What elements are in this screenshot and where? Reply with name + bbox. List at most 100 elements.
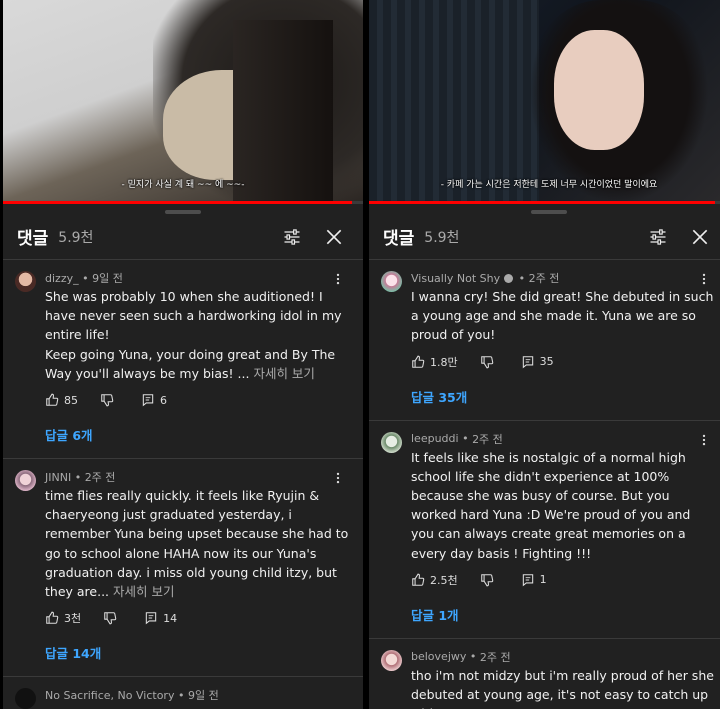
comment-meta: No Sacrifice, No Victory • 9일 전 (45, 688, 219, 703)
reply-icon (521, 573, 535, 587)
comment-meta: dizzy_ • 9일 전 (45, 271, 123, 286)
comments-header: 댓글 5.9천 (3, 214, 363, 260)
reply-icon (521, 355, 535, 369)
comment-item: JINNI • 2주 전 time flies really quickly. … (3, 458, 363, 676)
like-icon (411, 573, 425, 587)
view-replies-link[interactable]: 답글 14개 (45, 635, 349, 676)
dislike-icon (480, 355, 494, 369)
comment-author[interactable]: Visually Not Shy (411, 272, 500, 285)
view-replies-link[interactable]: 답글 35개 (411, 379, 715, 420)
comment-meta: belovejwy • 2주 전 (411, 650, 511, 664)
kebab-menu-icon[interactable] (331, 272, 345, 286)
reply-icon (141, 393, 155, 407)
comment-meta: JINNI • 2주 전 (45, 470, 116, 485)
video-subtitle: - 믿지가 사실 계 돼 ~~ 에 ~~- (121, 180, 245, 190)
like-count: 3천 (64, 612, 82, 626)
video-subtitle: - 카페 가는 시간은 저한테 도제 너무 시간이었던 말이에요 (440, 180, 658, 190)
dislike-icon (103, 611, 117, 625)
comments-sheet: 댓글 5.9천 dizzy_ • 9일 전 She was probably 1… (3, 210, 363, 709)
dislike-button[interactable] (480, 355, 499, 369)
read-more-link[interactable]: 자세히 보기 (253, 366, 314, 381)
comment-author[interactable]: dizzy_ (45, 272, 79, 285)
kebab-menu-icon[interactable] (331, 471, 345, 485)
read-more-link[interactable]: 자세히 보기 (113, 584, 174, 599)
reply-button[interactable]: 1 (521, 573, 547, 587)
comment-text: She was probably 10 when she auditioned!… (45, 289, 342, 381)
like-icon (411, 355, 425, 369)
avatar[interactable] (15, 688, 36, 709)
comment-actions: 1.8만 35 (411, 345, 715, 379)
dislike-icon (100, 393, 114, 407)
filter-icon[interactable] (277, 222, 307, 252)
video-frame-face (554, 30, 644, 150)
comment-text: time flies really quickly. it feels like… (45, 488, 349, 600)
reply-icon (144, 611, 158, 625)
comment-item: leepuddi • 2주 전 It feels like she is nos… (369, 419, 720, 638)
avatar[interactable] (381, 649, 402, 671)
video-progress-bar[interactable] (369, 201, 720, 204)
dislike-button[interactable] (480, 573, 499, 587)
kebab-menu-icon[interactable] (697, 272, 711, 286)
comment-time: 9일 전 (92, 272, 123, 285)
comment-time: 2주 전 (479, 650, 511, 664)
video-player[interactable]: - 믿지가 사실 계 돼 ~~ 에 ~~- (3, 0, 363, 204)
comment-actions: 85 6 (45, 383, 349, 417)
comments-title: 댓글 (17, 229, 49, 249)
comment-time: 2주 전 (84, 471, 116, 485)
comment-time: 9일 전 (187, 689, 219, 703)
like-button[interactable]: 1.8만 (411, 354, 458, 370)
comment-text: It feels like she is nostalgic of a norm… (411, 449, 691, 561)
reply-button[interactable]: 14 (144, 611, 177, 625)
reply-count: 6 (160, 393, 167, 407)
filter-icon[interactable] (643, 222, 673, 252)
dislike-icon (480, 573, 494, 587)
comment-item: dizzy_ • 9일 전 She was probably 10 when s… (3, 260, 363, 458)
like-count: 85 (64, 393, 78, 407)
comments-count: 5.9천 (424, 229, 460, 246)
video-progress-bar[interactable] (3, 201, 363, 204)
comments-header: 댓글 5.9천 (369, 214, 720, 260)
comment-actions: 3천 14 (45, 601, 349, 635)
reply-button[interactable]: 35 (521, 355, 554, 369)
view-replies-link[interactable]: 답글 6개 (45, 417, 349, 458)
comments-count: 5.9천 (58, 229, 94, 246)
comment-item: Visually Not Shy • 2주 전 I wanna cry! She… (369, 260, 720, 420)
video-frame-curtain (369, 0, 539, 204)
reply-count: 14 (163, 611, 178, 625)
like-icon (45, 393, 59, 407)
comment-author[interactable]: No Sacrifice, No Victory (45, 689, 174, 702)
comment-meta: leepuddi • 2주 전 (411, 432, 503, 446)
kebab-menu-icon[interactable] (697, 433, 711, 447)
dislike-button[interactable] (103, 611, 122, 625)
dislike-button[interactable] (100, 393, 119, 407)
like-button[interactable]: 2.5천 (411, 572, 458, 588)
comment-item: No Sacrifice, No Victory • 9일 전 (3, 676, 363, 709)
comment-text: I wanna cry! She did great! She debuted … (411, 289, 714, 343)
avatar[interactable] (381, 431, 402, 453)
close-icon[interactable] (685, 222, 715, 252)
right-comments-panel: - 카페 가는 시간은 저한테 도제 너무 시간이었던 말이에요 댓글 5.9천… (369, 0, 720, 709)
comment-item: belovejwy • 2주 전 tho i'm not midzy but i… (369, 637, 720, 709)
comments-sheet: 댓글 5.9천 Visually Not Shy • 2주 전 I wanna … (369, 210, 720, 709)
avatar[interactable] (15, 470, 36, 492)
like-button[interactable]: 85 (45, 393, 78, 407)
comment-text: tho i'm not midzy but i'm really proud o… (411, 667, 714, 709)
comment-author[interactable]: leepuddi (411, 432, 459, 445)
like-icon (45, 611, 59, 625)
video-player[interactable]: - 카페 가는 시간은 저한테 도제 너무 시간이었던 말이에요 (369, 0, 720, 204)
reply-button[interactable]: 6 (141, 393, 167, 407)
comment-author[interactable]: belovejwy (411, 650, 466, 663)
comment-time: 2주 전 (472, 432, 503, 446)
comments-title: 댓글 (383, 229, 415, 249)
comment-author[interactable]: JINNI (45, 471, 71, 484)
comment-actions: 2.5천 1 (411, 563, 715, 597)
like-button[interactable]: 3천 (45, 610, 81, 626)
comment-meta: Visually Not Shy • 2주 전 (411, 271, 560, 286)
close-icon[interactable] (319, 222, 349, 252)
avatar[interactable] (15, 271, 36, 292)
verified-icon (504, 273, 514, 283)
like-count: 1.8만 (430, 355, 458, 369)
left-comments-panel: - 믿지가 사실 계 돼 ~~ 에 ~~- 댓글 5.9천 dizzy_ • 9… (3, 0, 363, 709)
view-replies-link[interactable]: 답글 1개 (411, 597, 715, 638)
avatar[interactable] (381, 271, 402, 292)
